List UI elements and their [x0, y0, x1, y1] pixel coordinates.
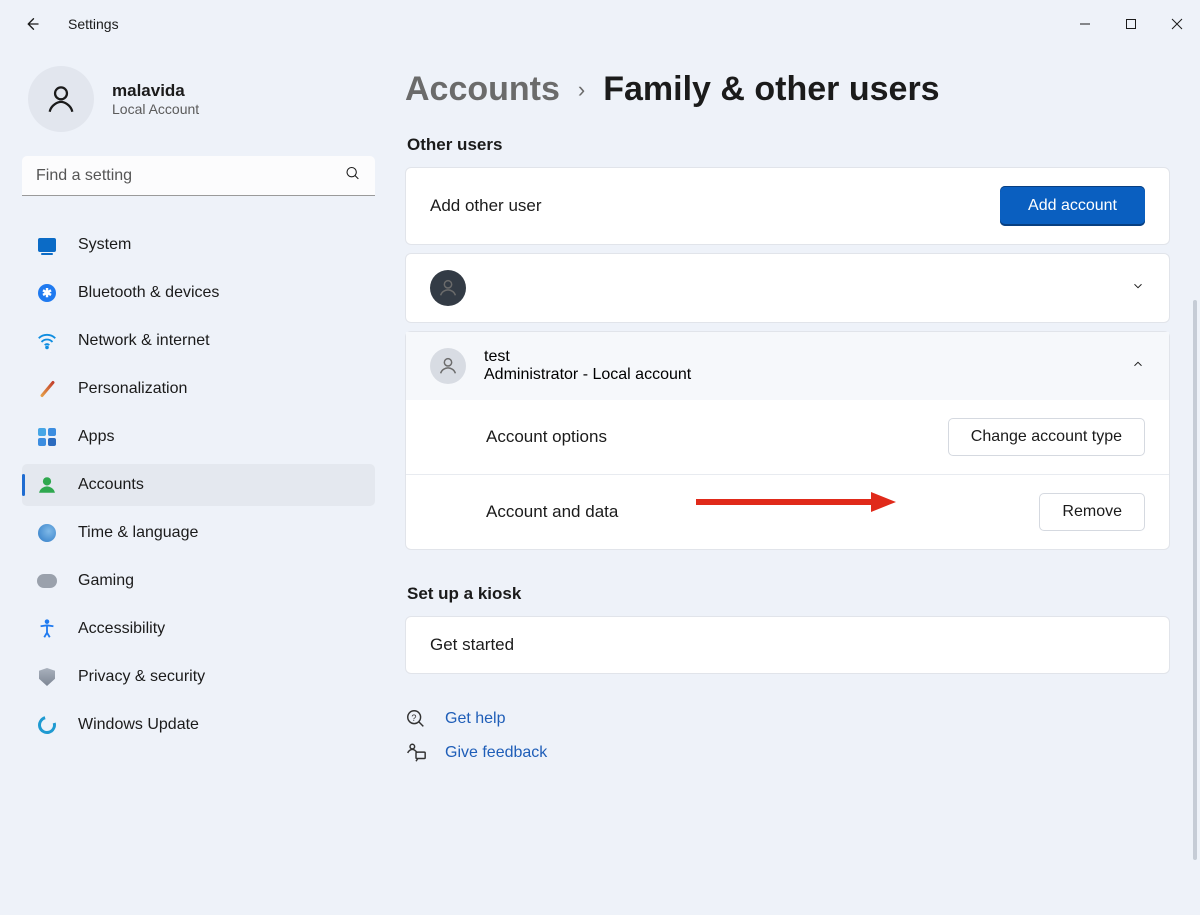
remove-account-button[interactable]: Remove: [1039, 493, 1145, 531]
sidebar: malavida Local Account System ✱ Bluetoot…: [0, 48, 395, 915]
monitor-icon: [36, 234, 58, 256]
sidebar-item-label: Accessibility: [78, 620, 165, 638]
accessibility-icon: [36, 618, 58, 640]
sidebar-item-personalization[interactable]: Personalization: [22, 368, 375, 410]
account-icon: [36, 474, 58, 496]
arrow-left-icon: [23, 15, 41, 33]
kiosk-card: Get started: [405, 616, 1170, 674]
user-avatar-photo: [430, 270, 466, 306]
sidebar-item-bluetooth[interactable]: ✱ Bluetooth & devices: [22, 272, 375, 314]
chevron-right-icon: ›: [578, 77, 585, 103]
chevron-down-icon: [1131, 279, 1145, 298]
maximize-icon: [1125, 18, 1137, 30]
give-feedback-label: Give feedback: [445, 744, 547, 762]
sidebar-item-label: System: [78, 236, 131, 254]
search-input[interactable]: [22, 156, 375, 196]
add-user-label: Add other user: [430, 196, 542, 216]
footer-links: ? Get help Give feedback: [405, 708, 1170, 764]
sidebar-item-label: Accounts: [78, 476, 144, 494]
get-help-label: Get help: [445, 710, 505, 728]
sidebar-item-label: Network & internet: [78, 332, 210, 350]
kiosk-label: Get started: [430, 635, 514, 655]
user-row-expanded[interactable]: test Administrator - Local account: [406, 332, 1169, 400]
sidebar-item-apps[interactable]: Apps: [22, 416, 375, 458]
sidebar-item-update[interactable]: Windows Update: [22, 704, 375, 746]
nav-list: System ✱ Bluetooth & devices Network & i…: [22, 224, 375, 746]
page-title: Family & other users: [603, 70, 939, 109]
scrollbar[interactable]: [1193, 300, 1197, 860]
breadcrumb-parent[interactable]: Accounts: [405, 70, 560, 109]
bluetooth-icon: ✱: [36, 282, 58, 304]
profile-block[interactable]: malavida Local Account: [22, 66, 375, 132]
apps-icon: [36, 426, 58, 448]
breadcrumb: Accounts › Family & other users: [405, 70, 1170, 109]
titlebar: Settings: [0, 0, 1200, 48]
close-button[interactable]: [1154, 8, 1200, 40]
profile-avatar: [28, 66, 94, 132]
account-data-label: Account and data: [486, 502, 618, 522]
sidebar-item-network[interactable]: Network & internet: [22, 320, 375, 362]
user-name: test: [484, 348, 691, 366]
account-data-row: Account and data Remove: [406, 474, 1169, 549]
profile-name: malavida: [112, 81, 199, 101]
user-row-collapsed[interactable]: [406, 254, 1169, 322]
maximize-button[interactable]: [1108, 8, 1154, 40]
change-account-type-button[interactable]: Change account type: [948, 418, 1145, 456]
sidebar-item-accessibility[interactable]: Accessibility: [22, 608, 375, 650]
user-card-collapsed: [405, 253, 1170, 323]
give-feedback-link[interactable]: Give feedback: [405, 742, 1170, 764]
chevron-up-icon: [1131, 357, 1145, 376]
sidebar-item-label: Time & language: [78, 524, 198, 542]
account-options-row: Account options Change account type: [406, 400, 1169, 474]
update-icon: [36, 714, 58, 736]
add-account-button[interactable]: Add account: [1000, 186, 1145, 226]
help-icon: ?: [405, 708, 427, 730]
user-card-expanded: test Administrator - Local account Accou…: [405, 331, 1170, 550]
sidebar-item-gaming[interactable]: Gaming: [22, 560, 375, 602]
sidebar-item-label: Bluetooth & devices: [78, 284, 219, 302]
back-button[interactable]: [14, 6, 50, 42]
add-user-card: Add other user Add account: [405, 167, 1170, 245]
globe-icon: [36, 522, 58, 544]
get-help-link[interactable]: ? Get help: [405, 708, 1170, 730]
search-icon: [345, 166, 361, 187]
section-other-users: Other users: [407, 135, 1170, 155]
svg-text:?: ?: [411, 713, 416, 723]
person-icon: [437, 355, 459, 377]
minimize-button[interactable]: [1062, 8, 1108, 40]
kiosk-row[interactable]: Get started: [406, 617, 1169, 673]
person-icon: [44, 82, 78, 116]
sidebar-item-label: Personalization: [78, 380, 187, 398]
sidebar-item-label: Windows Update: [78, 716, 199, 734]
sidebar-item-privacy[interactable]: Privacy & security: [22, 656, 375, 698]
close-icon: [1171, 18, 1183, 30]
user-avatar-placeholder: [430, 348, 466, 384]
sidebar-item-system[interactable]: System: [22, 224, 375, 266]
minimize-icon: [1079, 18, 1091, 30]
brush-icon: [36, 378, 58, 400]
sidebar-item-label: Gaming: [78, 572, 134, 590]
profile-subtitle: Local Account: [112, 101, 199, 117]
person-icon: [437, 277, 459, 299]
section-kiosk: Set up a kiosk: [407, 584, 1170, 604]
account-options-label: Account options: [486, 427, 607, 447]
sidebar-item-label: Apps: [78, 428, 114, 446]
feedback-icon: [405, 742, 427, 764]
gamepad-icon: [36, 570, 58, 592]
shield-icon: [36, 666, 58, 688]
sidebar-item-time[interactable]: Time & language: [22, 512, 375, 554]
search-box: [22, 156, 375, 196]
content-area: Accounts › Family & other users Other us…: [395, 48, 1200, 915]
app-title: Settings: [68, 16, 119, 32]
wifi-icon: [36, 330, 58, 352]
sidebar-item-accounts[interactable]: Accounts: [22, 464, 375, 506]
window-controls: [1062, 8, 1200, 40]
sidebar-item-label: Privacy & security: [78, 668, 205, 686]
user-subtitle: Administrator - Local account: [484, 366, 691, 384]
